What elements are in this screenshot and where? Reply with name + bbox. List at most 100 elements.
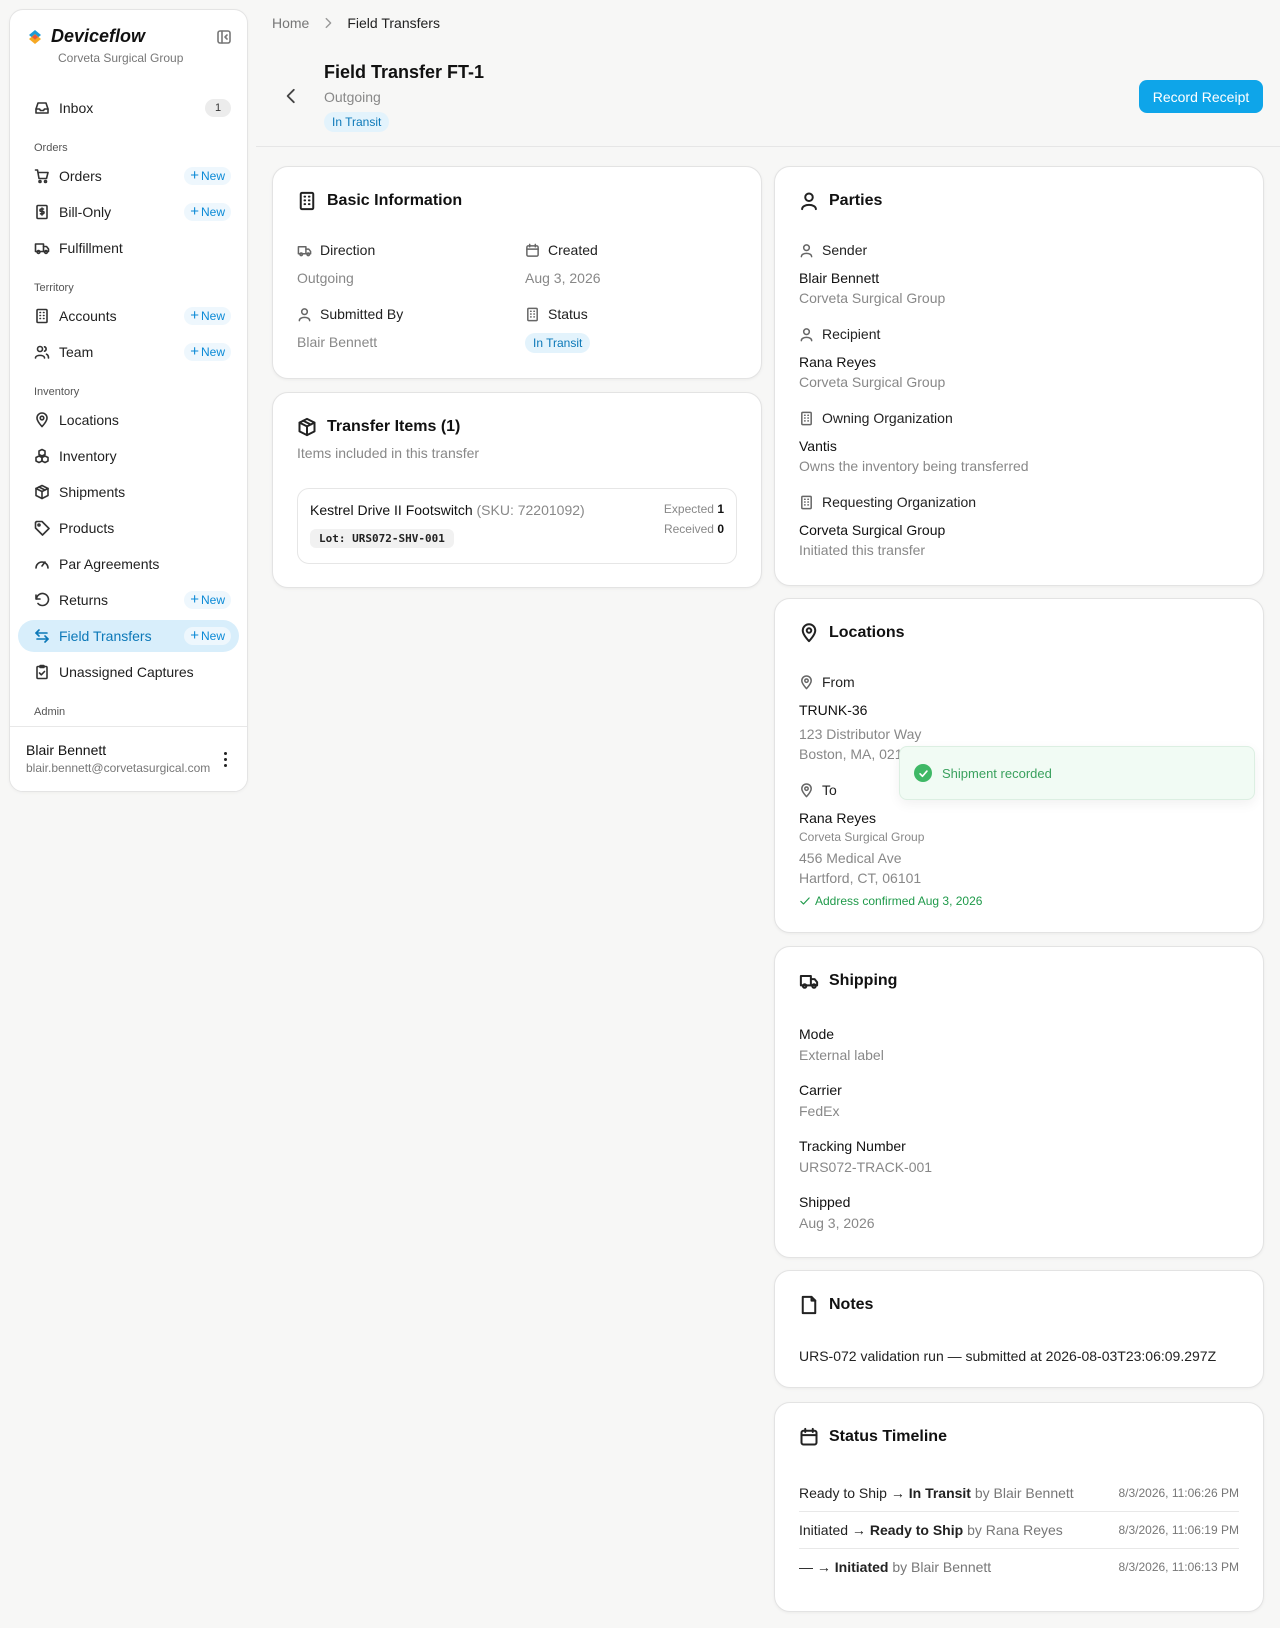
sidebar-item-label: Fulfillment bbox=[59, 240, 123, 256]
new-team-member-button[interactable]: + New bbox=[184, 343, 231, 361]
clipboard-check-icon bbox=[36, 664, 48, 680]
map-pin-icon bbox=[801, 674, 812, 689]
item-sku: (SKU: 72201092) bbox=[476, 502, 585, 518]
sidebar-item-par-agreements[interactable]: Par Agreements bbox=[18, 548, 239, 580]
calendar-icon bbox=[800, 1427, 818, 1446]
calendar-icon bbox=[526, 243, 539, 257]
timeline-timestamp: 8/3/2026, 11:06:13 PM bbox=[1118, 1560, 1239, 1574]
sidebar-item-products[interactable]: Products bbox=[18, 512, 239, 544]
sidebar-item-team[interactable]: Team + New bbox=[18, 336, 239, 368]
sidebar-item-fulfillment[interactable]: Fulfillment bbox=[18, 232, 239, 264]
basic-information-card: Basic Information Direction Outgoing Cre… bbox=[272, 166, 762, 379]
tracking-label: Tracking Number bbox=[799, 1138, 906, 1154]
status-timeline-card: Status Timeline Ready to Ship → In Trans… bbox=[774, 1402, 1264, 1612]
sidebar-collapse-icon bbox=[217, 29, 231, 44]
sidebar-item-unassigned-captures[interactable]: Unassigned Captures bbox=[18, 656, 239, 688]
to-label: To bbox=[822, 782, 837, 798]
sidebar-item-bill-only[interactable]: Bill-Only + New bbox=[18, 196, 239, 228]
lot-badge: Lot: URS072-SHV-001 bbox=[310, 529, 454, 548]
sidebar-item-inventory[interactable]: Inventory bbox=[18, 440, 239, 472]
user-menu-button[interactable] bbox=[217, 749, 233, 769]
card-title: Shipping bbox=[829, 972, 898, 989]
carrier-label: Carrier bbox=[799, 1082, 842, 1098]
sidebar-item-shipments[interactable]: Shipments bbox=[18, 476, 239, 508]
truck-icon bbox=[297, 245, 312, 256]
toast-message: Shipment recorded bbox=[942, 765, 1052, 781]
map-pin-icon bbox=[801, 623, 817, 643]
shipping-card: Shipping Mode External label Carrier Fed… bbox=[774, 946, 1264, 1258]
from-location-name: TRUNK-36 bbox=[799, 702, 868, 718]
inbox-icon bbox=[35, 102, 49, 114]
sidebar-item-label: Shipments bbox=[59, 484, 126, 500]
recipient-label: Recipient bbox=[822, 326, 881, 342]
new-account-button[interactable]: + New bbox=[184, 307, 231, 325]
tracking-value[interactable]: URS072-TRACK-001 bbox=[799, 1159, 932, 1175]
app-name: Deviceflow bbox=[51, 26, 146, 46]
notes-text: URS-072 validation run — submitted at 20… bbox=[799, 1348, 1217, 1364]
new-return-button[interactable]: + New bbox=[184, 591, 231, 609]
success-toast[interactable]: Shipment recorded bbox=[899, 746, 1255, 800]
user-email: blair.bennett@corvetasurgical.com bbox=[26, 761, 211, 775]
sidebar-collapse-button[interactable] bbox=[215, 28, 233, 46]
user-icon bbox=[298, 307, 311, 321]
status-badge: In Transit bbox=[525, 333, 591, 353]
notes-card: Notes URS-072 validation run — submitted… bbox=[774, 1270, 1264, 1388]
new-bill-only-button[interactable]: + New bbox=[184, 203, 231, 221]
gauge-icon bbox=[35, 561, 49, 569]
sidebar-item-returns[interactable]: Returns + New bbox=[18, 584, 239, 616]
building-icon bbox=[299, 191, 315, 211]
to-address-line1: 456 Medical Ave bbox=[799, 850, 902, 866]
to-recipient-org: Corveta Surgical Group bbox=[799, 830, 925, 844]
timeline-entry: — → Initiated by Blair Bennett 8/3/2026,… bbox=[799, 1559, 1239, 1575]
package-icon bbox=[298, 417, 316, 437]
inbox-count-badge: 1 bbox=[205, 99, 231, 117]
new-field-transfer-button[interactable]: + New bbox=[184, 627, 231, 645]
user-profile[interactable]: Blair Bennett blair.bennett@corvetasurgi… bbox=[10, 726, 247, 791]
card-title: Notes bbox=[829, 1296, 874, 1313]
breadcrumb-home-link[interactable]: Home bbox=[272, 15, 309, 31]
sidebar-item-orders[interactable]: Orders + New bbox=[18, 160, 239, 192]
back-button[interactable] bbox=[282, 87, 300, 105]
sidebar-item-accounts[interactable]: Accounts + New bbox=[18, 300, 239, 332]
page-subtitle: Outgoing bbox=[324, 89, 381, 105]
new-order-button[interactable]: + New bbox=[184, 167, 231, 185]
card-title: Transfer Items (1) bbox=[327, 418, 461, 435]
sender-org: Corveta Surgical Group bbox=[799, 290, 946, 306]
recipient-org: Corveta Surgical Group bbox=[799, 374, 946, 390]
section-orders: Orders bbox=[34, 142, 68, 154]
building-icon bbox=[527, 307, 538, 321]
chevron-right-icon bbox=[325, 17, 332, 29]
truck-icon bbox=[34, 243, 50, 255]
mode-label: Mode bbox=[799, 1026, 835, 1042]
section-inventory: Inventory bbox=[34, 386, 80, 398]
sidebar: Deviceflow Corveta Surgical Group Inbox … bbox=[9, 9, 248, 792]
sidebar-item-field-transfers[interactable]: Field Transfers + New bbox=[18, 620, 239, 652]
boxes-icon bbox=[35, 448, 49, 464]
address-confirmed: Address confirmed Aug 3, 2026 bbox=[799, 894, 982, 908]
transfer-item[interactable]: Kestrel Drive II Footswitch (SKU: 722010… bbox=[297, 488, 737, 564]
sidebar-item-locations[interactable]: Locations bbox=[18, 404, 239, 436]
sender-name: Blair Bennett bbox=[799, 270, 880, 286]
requesting-org-desc: Initiated this transfer bbox=[799, 542, 926, 558]
owning-org-desc: Owns the inventory being transferred bbox=[799, 458, 1029, 474]
carrier-value: FedEx bbox=[799, 1103, 840, 1119]
shipped-value: Aug 3, 2026 bbox=[799, 1215, 875, 1231]
section-admin: Admin bbox=[34, 706, 66, 718]
user-icon bbox=[800, 327, 813, 341]
timeline-entry: Ready to Ship → In Transit by Blair Benn… bbox=[799, 1485, 1239, 1501]
sidebar-item-inbox[interactable]: Inbox 1 bbox=[18, 92, 239, 124]
item-name: Kestrel Drive II Footswitch bbox=[310, 502, 473, 518]
submitted-by-value: Blair Bennett bbox=[297, 334, 378, 350]
sidebar-item-label: Orders bbox=[59, 168, 102, 184]
sidebar-item-label: Locations bbox=[59, 412, 119, 428]
sidebar-item-label: Unassigned Captures bbox=[59, 664, 194, 680]
package-icon bbox=[35, 484, 49, 500]
timeline-entry: Initiated → Ready to Ship by Rana Reyes … bbox=[799, 1522, 1239, 1538]
file-icon bbox=[801, 1295, 817, 1315]
page-title: Field Transfer FT-1 bbox=[324, 62, 485, 82]
created-label: Created bbox=[548, 242, 598, 258]
received-qty: Received 0 bbox=[663, 522, 724, 536]
record-receipt-button[interactable]: Record Receipt bbox=[1139, 80, 1263, 113]
to-recipient-name: Rana Reyes bbox=[799, 810, 877, 826]
receipt-icon bbox=[36, 204, 48, 220]
